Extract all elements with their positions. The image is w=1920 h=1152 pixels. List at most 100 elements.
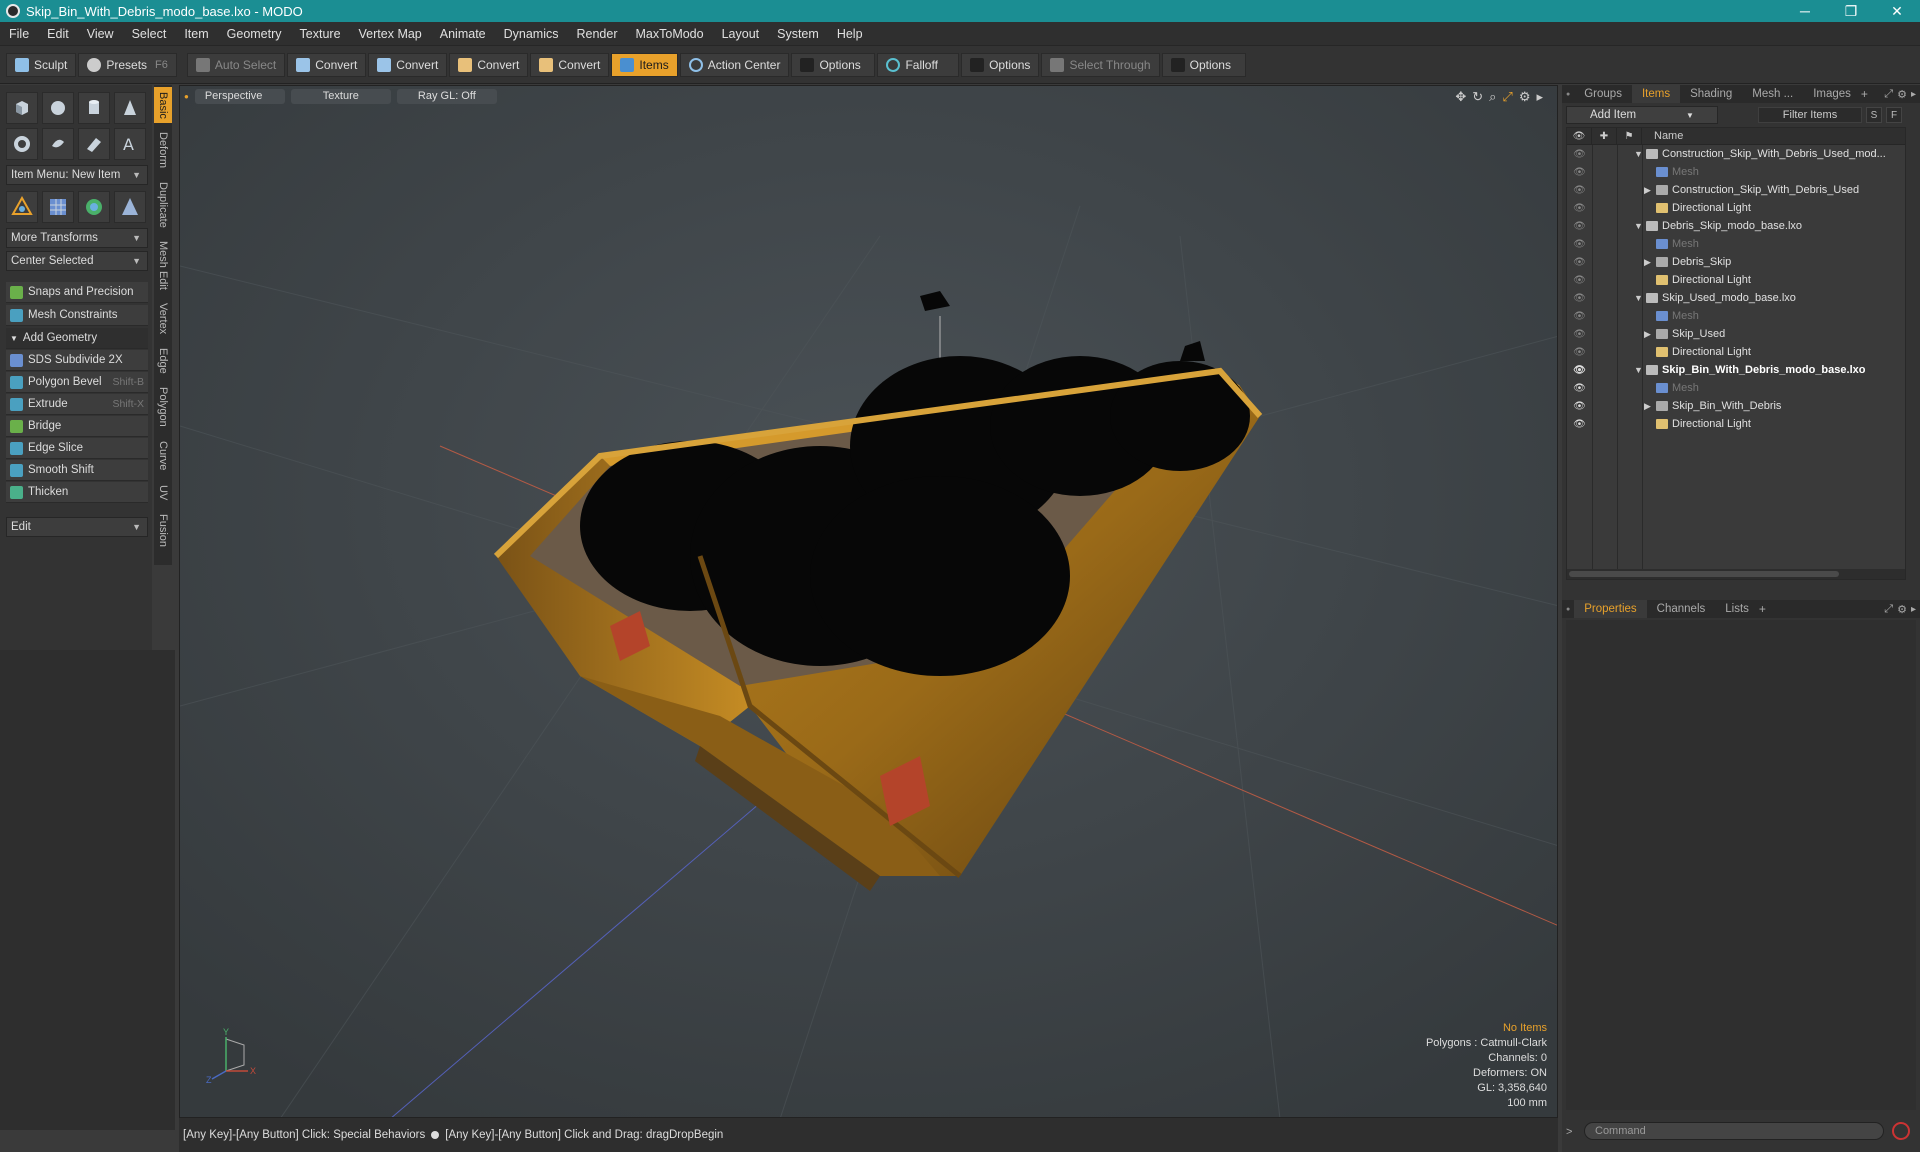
perspective-dropdown[interactable]: Perspective [194,88,285,104]
menu-vertex-map[interactable]: Vertex Map [350,27,431,41]
command-record-icon[interactable] [1892,1122,1910,1140]
visibility-eye-icon[interactable]: 👁 [1567,149,1592,160]
item-row[interactable]: 👁 ▶ Skip_Used [1567,325,1905,343]
expand-triangle-icon[interactable]: ▼ [1634,365,1646,375]
cone-icon[interactable] [114,92,146,124]
items-mode-button[interactable]: Items [611,52,678,77]
menu-select[interactable]: Select [123,27,176,41]
tab-mesh-edit[interactable]: Mesh Edit [154,235,172,295]
expand-panel-icon[interactable]: ⤢ [1884,88,1893,101]
expand-panel-icon[interactable]: ⤢ [1884,603,1893,616]
add-tab-icon[interactable]: + [1759,602,1766,616]
select-through-button[interactable]: Select Through [1041,52,1160,77]
bridge-button[interactable]: Bridge [6,416,148,437]
tab-deform[interactable]: Deform [154,125,172,175]
item-row[interactable]: 👁 Directional Light [1567,199,1905,217]
3d-viewport[interactable]: ● Perspective Texture Ray GL: Off ✥ ↻ ⌕ … [179,85,1558,1118]
tab-edge[interactable]: Edge [154,343,172,379]
action-center-button[interactable]: Action Center [679,52,790,77]
expand-triangle-icon[interactable]: ▼ [1634,149,1646,159]
item-row[interactable]: 👁 Directional Light [1567,415,1905,433]
tab-shading[interactable]: Shading [1680,85,1742,103]
raygl-dropdown[interactable]: Ray GL: Off [396,88,497,104]
add-tab-icon[interactable]: + [1861,87,1868,101]
convert-polygons-button[interactable]: Convert [449,52,529,77]
viewport-settings-icon[interactable]: ⚙ [1519,89,1531,105]
lock-column-icon[interactable]: ✚ [1592,128,1617,145]
expand-triangle-icon[interactable]: ▼ [1634,293,1646,303]
visibility-eye-icon[interactable]: 👁 [1567,239,1592,250]
pen-icon[interactable] [78,128,110,160]
convert-vertices-button[interactable]: Convert [287,52,367,77]
item-row[interactable]: 👁 Directional Light [1567,343,1905,361]
action-center-options-button[interactable]: Options [791,52,876,77]
visibility-eye-icon[interactable]: 👁 [1567,203,1592,214]
visibility-eye-icon[interactable]: 👁 [1567,185,1592,196]
command-input[interactable]: Command [1584,1122,1884,1140]
menu-help[interactable]: Help [828,27,872,41]
item-menu-dropdown[interactable]: Item Menu: New Item ▼ [6,165,148,185]
minimize-button[interactable]: ─ [1782,0,1828,22]
item-row[interactable]: 👁 ▶ Construction_Skip_With_Debris_Used [1567,181,1905,199]
render-column-icon[interactable]: ⚑ [1617,128,1642,145]
falloff-options-button[interactable]: Options [961,52,1040,77]
move-view-icon[interactable]: ✥ [1455,89,1466,105]
text-icon[interactable]: A [114,128,146,160]
menu-maxtomodo[interactable]: MaxToModo [627,27,713,41]
visibility-column-icon[interactable]: 👁 [1567,128,1592,145]
expand-triangle-icon[interactable]: ▼ [1634,221,1646,231]
zoom-view-icon[interactable]: ⌕ [1489,89,1496,105]
sculpt-button[interactable]: Sculpt [6,52,77,77]
menu-render[interactable]: Render [568,27,627,41]
tab-images[interactable]: Images [1803,85,1861,103]
filter-s-button[interactable]: S [1866,107,1882,123]
visibility-eye-icon[interactable]: 👁 [1567,401,1592,412]
item-row[interactable]: 👁 ▼ Debris_Skip_modo_base.lxo [1567,217,1905,235]
visibility-eye-icon[interactable]: 👁 [1567,329,1592,340]
panel-menu-arrow-icon[interactable]: ▸ [1911,89,1916,100]
tab-basic[interactable]: Basic [154,87,172,123]
item-row[interactable]: 👁 ▼ Skip_Used_modo_base.lxo [1567,289,1905,307]
tab-uv[interactable]: UV [154,479,172,507]
sds-subdivide-button[interactable]: SDS Subdivide 2X [6,350,148,371]
maximize-button[interactable]: ❐ [1828,0,1874,22]
name-column-header[interactable]: Name [1642,130,1683,142]
torus-icon[interactable] [6,128,38,160]
grid-icon[interactable] [42,191,74,223]
visibility-eye-icon[interactable]: 👁 [1567,383,1592,394]
edge-slice-button[interactable]: Edge Slice [6,438,148,459]
panel-menu-arrow-icon[interactable]: ▸ [1911,604,1916,615]
visibility-eye-icon[interactable]: 👁 [1567,311,1592,322]
tab-mesh[interactable]: Mesh ... [1742,85,1803,103]
viewport-menu-arrow-icon[interactable]: ▸ [1536,89,1543,105]
select-through-options-button[interactable]: Options [1161,52,1246,77]
capsule-icon[interactable] [42,128,74,160]
panel-settings-icon[interactable]: ⚙ [1897,88,1907,101]
snaps-precision-button[interactable]: Snaps and Precision [6,282,148,303]
menu-animate[interactable]: Animate [431,27,495,41]
tab-items[interactable]: Items [1631,85,1681,103]
tab-channels[interactable]: Channels [1647,600,1716,618]
convert-edges-button[interactable]: Convert [368,52,448,77]
tab-polygon[interactable]: Polygon [154,381,172,433]
add-item-dropdown[interactable]: Add Item ▼ [1566,106,1718,124]
menu-texture[interactable]: Texture [291,27,350,41]
falloff-button[interactable]: Falloff [877,52,960,77]
close-button[interactable]: ✕ [1874,0,1920,22]
item-row[interactable]: 👁 ▼ Construction_Skip_With_Debris_Used_mod… [1567,145,1905,163]
item-row[interactable]: 👁 ▶ Skip_Bin_With_Debris [1567,397,1905,415]
texture-dropdown[interactable]: Texture [290,88,391,104]
item-row[interactable]: 👁 Mesh [1567,163,1905,181]
tab-duplicate[interactable]: Duplicate [154,177,172,233]
menu-view[interactable]: View [78,27,123,41]
visibility-eye-icon[interactable]: 👁 [1567,347,1592,358]
expand-triangle-icon[interactable]: ▶ [1644,185,1656,196]
cone-wire-icon[interactable] [114,191,146,223]
visibility-eye-icon[interactable]: 👁 [1567,167,1592,178]
menu-item[interactable]: Item [175,27,217,41]
tab-curve[interactable]: Curve [154,435,172,477]
tab-groups[interactable]: Groups [1574,85,1632,103]
thicken-button[interactable]: Thicken [6,482,148,503]
menu-edit[interactable]: Edit [38,27,78,41]
visibility-eye-icon[interactable]: 👁 [1567,419,1592,430]
